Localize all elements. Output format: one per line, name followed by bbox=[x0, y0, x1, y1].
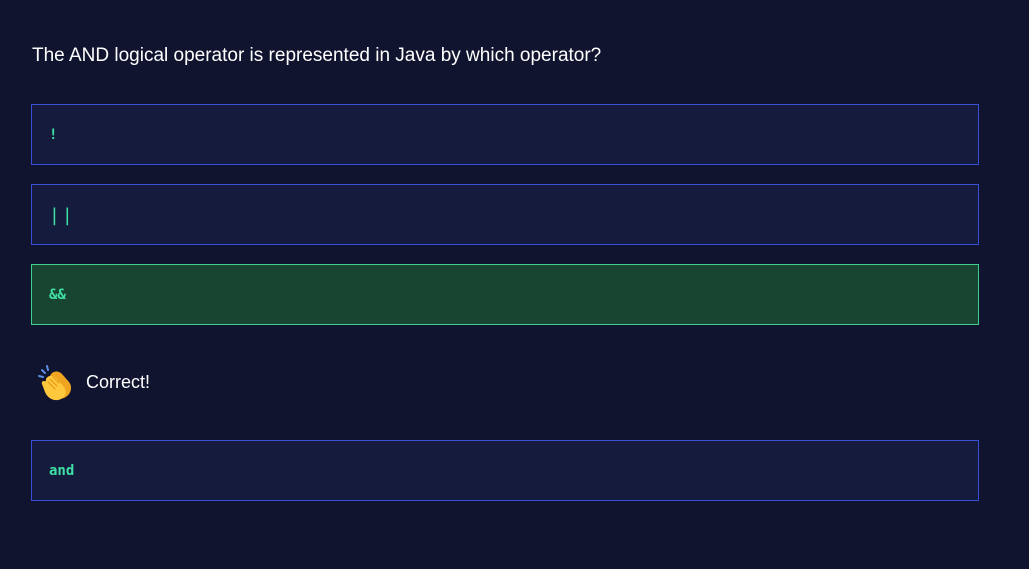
answer-option-2[interactable]: || bbox=[31, 184, 979, 245]
answer-option-1[interactable]: ! bbox=[31, 104, 979, 165]
feedback-message: Correct! bbox=[36, 362, 150, 402]
answer-option-label: and bbox=[49, 463, 75, 479]
answer-option-label: || bbox=[49, 205, 75, 226]
question-text: The AND logical operator is represented … bbox=[32, 45, 602, 66]
quiz-page: The AND logical operator is represented … bbox=[0, 0, 1029, 569]
answer-option-3-correct[interactable]: && bbox=[31, 264, 979, 325]
feedback-text: Correct! bbox=[86, 371, 151, 392]
answer-option-label: && bbox=[49, 287, 66, 303]
answer-option-4[interactable]: and bbox=[31, 440, 979, 501]
clapping-hands-icon bbox=[38, 365, 72, 401]
answer-option-label: ! bbox=[49, 127, 58, 143]
